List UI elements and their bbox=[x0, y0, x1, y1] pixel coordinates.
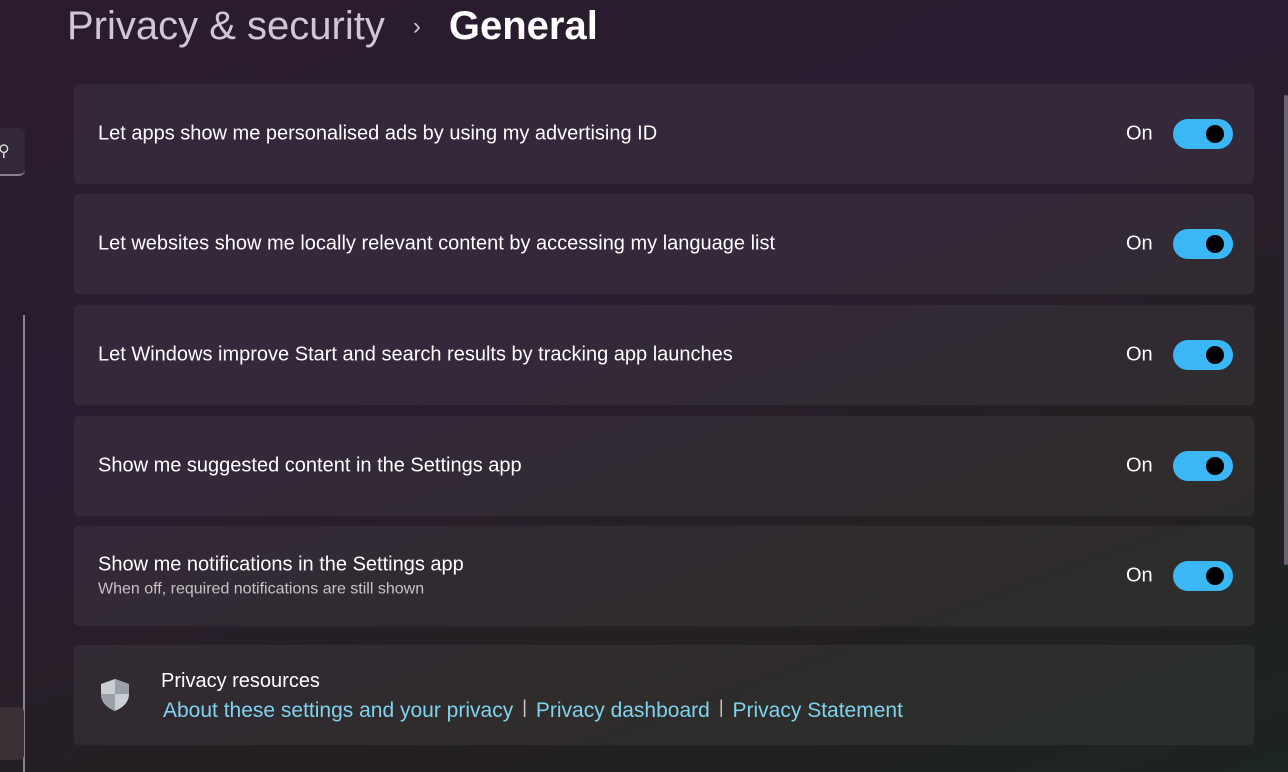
privacy-resources: Privacy resources About these settings a… bbox=[73, 644, 1255, 746]
sidebar-scrollbar[interactable] bbox=[23, 315, 25, 772]
resources-title: Privacy resources bbox=[161, 670, 320, 692]
setting-app-launches: Let Windows improve Start and search res… bbox=[73, 304, 1255, 406]
toggle-switch[interactable] bbox=[1173, 229, 1233, 259]
toggle-knob bbox=[1206, 235, 1224, 253]
setting-label: Let apps show me personalised ads by usi… bbox=[98, 122, 658, 145]
resources-links: About these settings and your privacy | … bbox=[163, 696, 903, 723]
toggle-switch[interactable] bbox=[1173, 340, 1233, 370]
toggle-switch[interactable] bbox=[1173, 451, 1233, 481]
link-about-settings[interactable]: About these settings and your privacy bbox=[163, 699, 513, 723]
toggle-state: On bbox=[1126, 232, 1153, 255]
setting-notifications: Show me notifications in the Settings ap… bbox=[73, 525, 1255, 627]
toggle-switch[interactable] bbox=[1173, 119, 1233, 149]
toggle-knob bbox=[1206, 457, 1224, 475]
setting-label: Show me notifications in the Settings ap… bbox=[98, 554, 464, 599]
link-separator: | bbox=[522, 696, 527, 717]
toggle-knob bbox=[1206, 346, 1224, 364]
toggle-state: On bbox=[1126, 454, 1153, 477]
toggle-knob bbox=[1206, 125, 1224, 143]
search-icon: ⚲ bbox=[0, 143, 10, 160]
setting-description: When off, required notifications are sti… bbox=[98, 580, 425, 598]
setting-title: Show me notifications in the Settings ap… bbox=[98, 553, 464, 576]
toggle-knob bbox=[1206, 567, 1224, 585]
toggle-state: On bbox=[1126, 122, 1153, 145]
sidebar-selected-item[interactable] bbox=[0, 707, 24, 760]
link-privacy-dashboard[interactable]: Privacy dashboard bbox=[536, 699, 710, 723]
chevron-right-icon: › bbox=[412, 12, 421, 40]
toggle-state: On bbox=[1126, 343, 1153, 366]
setting-language-list: Let websites show me locally relevant co… bbox=[73, 193, 1255, 295]
breadcrumb: Privacy & security › General bbox=[67, 4, 598, 49]
link-separator: | bbox=[718, 696, 724, 717]
setting-label: Let websites show me locally relevant co… bbox=[98, 232, 776, 255]
setting-label: Let Windows improve Start and search res… bbox=[98, 343, 733, 366]
toggle-state: On bbox=[1126, 564, 1153, 587]
breadcrumb-parent[interactable]: Privacy & security bbox=[67, 4, 385, 49]
link-privacy-statement[interactable]: Privacy Statement bbox=[733, 699, 903, 723]
page-title: General bbox=[448, 4, 598, 48]
setting-advertising-id: Let apps show me personalised ads by usi… bbox=[73, 83, 1255, 185]
search-box[interactable]: ⚲ bbox=[0, 128, 25, 176]
setting-suggested-content: Show me suggested content in the Setting… bbox=[73, 415, 1255, 517]
setting-label: Show me suggested content in the Setting… bbox=[98, 454, 522, 477]
toggle-switch[interactable] bbox=[1173, 561, 1233, 591]
main-scrollbar[interactable] bbox=[1284, 95, 1288, 565]
shield-icon bbox=[101, 679, 129, 711]
